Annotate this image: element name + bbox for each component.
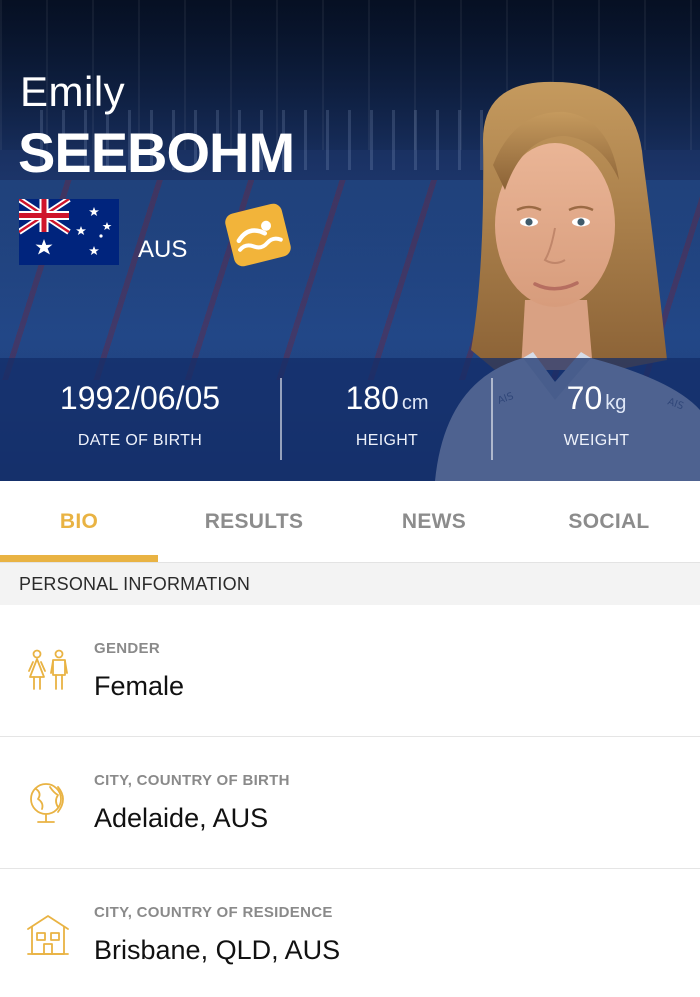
tab-news[interactable]: NEWS — [350, 481, 518, 563]
height-unit: cm — [401, 392, 429, 414]
stat-date-of-birth: 1992/06/05 DATE OF BIRTH — [0, 358, 280, 481]
profile-tabs: BIO RESULTS NEWS SOCIAL — [0, 481, 700, 563]
athlete-last-name: SEEBOHM — [18, 121, 295, 184]
stat-weight: 70 kg WEIGHT — [493, 358, 700, 481]
tab-bio[interactable]: BIO — [0, 481, 158, 563]
section-header-personal-information: PERSONAL INFORMATION — [0, 563, 700, 605]
birth-place-value: Adelaide, AUS — [94, 803, 269, 833]
height-number: 180 — [345, 380, 399, 416]
info-row-city-of-residence: CITY, COUNTRY OF RESIDENCE Brisbane, QLD… — [0, 869, 700, 997]
weight-label: WEIGHT — [563, 432, 630, 449]
gender-icon — [24, 647, 72, 695]
athlete-hero: Emily SEEBOHM AUS 1992/06/05 DATE OF BIR… — [0, 0, 700, 481]
section-title: PERSONAL INFORMATION — [19, 574, 251, 594]
stat-height: 180 cm HEIGHT — [282, 358, 492, 481]
gender-value: Female — [94, 671, 185, 701]
date-of-birth-number: 1992/06/05 — [59, 380, 221, 416]
house-icon — [24, 911, 72, 959]
weight-value: 70 kg — [493, 380, 700, 417]
gender-label: GENDER — [94, 640, 160, 657]
athlete-stats-bar: 1992/06/05 DATE OF BIRTH 180 cm HEIGHT 70… — [0, 358, 700, 481]
height-label: HEIGHT — [355, 432, 419, 449]
residence-label: CITY, COUNTRY OF RESIDENCE — [94, 904, 333, 921]
tab-results[interactable]: RESULTS — [170, 481, 338, 563]
country-code: AUS — [138, 236, 188, 263]
info-row-gender: GENDER Female — [0, 605, 700, 737]
height-value: 180 cm — [282, 380, 492, 417]
residence-value: Brisbane, QLD, AUS — [94, 935, 341, 965]
globe-icon — [24, 779, 72, 827]
australia-flag-icon — [19, 199, 119, 265]
active-tab-indicator — [0, 555, 158, 562]
date-of-birth-label: DATE OF BIRTH — [77, 432, 203, 449]
weight-unit: kg — [605, 392, 627, 414]
date-of-birth-value: 1992/06/05 — [0, 380, 280, 417]
weight-number: 70 — [566, 380, 603, 416]
info-row-city-of-birth: CITY, COUNTRY OF BIRTH Adelaide, AUS — [0, 737, 700, 869]
birth-place-label: CITY, COUNTRY OF BIRTH — [94, 772, 290, 789]
athlete-first-name: Emily — [20, 68, 126, 115]
tab-social[interactable]: SOCIAL — [525, 481, 693, 563]
